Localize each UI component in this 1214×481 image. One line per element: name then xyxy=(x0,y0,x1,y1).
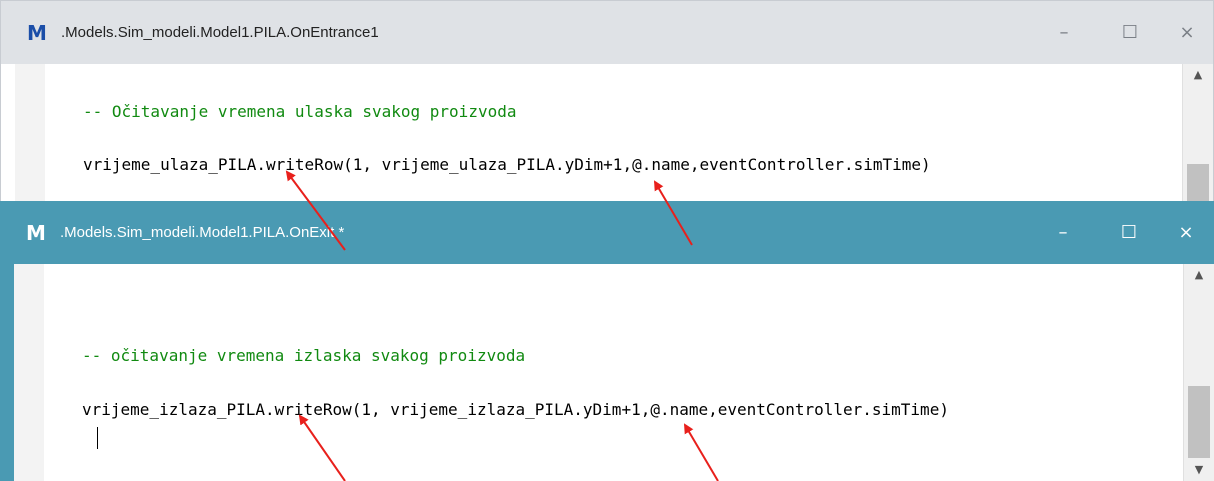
maximize-button[interactable]: ☐ xyxy=(1106,215,1152,251)
scroll-down-icon[interactable]: ▼ xyxy=(1184,459,1214,481)
minimize-button[interactable]: – xyxy=(1041,15,1087,51)
window-title: .Models.Sim_modeli.Model1.PILA.OnExit * xyxy=(60,224,345,241)
close-button[interactable]: × xyxy=(1164,15,1210,51)
maximize-button[interactable]: ☐ xyxy=(1107,15,1153,51)
editor-gutter xyxy=(14,264,44,481)
title-bar[interactable]: M .Models.Sim_modeli.Model1.PILA.OnEntra… xyxy=(1,1,1213,64)
minimize-button[interactable]: – xyxy=(1040,215,1086,251)
code-editor[interactable]: -- Očitavanje vremena ulaska svakog proi… xyxy=(15,64,1213,210)
code-statement-line[interactable]: vrijeme_izlaza_PILA.writeRow(1, vrijeme_… xyxy=(82,400,949,420)
title-bar[interactable]: M .Models.Sim_modeli.Model1.PILA.OnExit … xyxy=(0,201,1214,264)
close-button[interactable]: × xyxy=(1163,215,1209,251)
code-statement-line[interactable]: vrijeme_ulaza_PILA.writeRow(1, vrijeme_u… xyxy=(83,155,931,175)
app-logo-icon: M xyxy=(26,221,46,245)
code-editor[interactable]: -- očitavanje vremena izlaska svakog pro… xyxy=(14,264,1214,481)
vertical-scrollbar[interactable]: ▲ xyxy=(1182,64,1213,210)
scroll-up-icon[interactable]: ▲ xyxy=(1184,264,1214,286)
editor-window-on-entrance: M .Models.Sim_modeli.Model1.PILA.OnEntra… xyxy=(0,0,1214,210)
vertical-scrollbar[interactable]: ▲ ▼ xyxy=(1183,264,1214,481)
window-title: .Models.Sim_modeli.Model1.PILA.OnEntranc… xyxy=(61,24,379,41)
editor-gutter xyxy=(15,64,45,209)
code-comment-line[interactable]: -- Očitavanje vremena ulaska svakog proi… xyxy=(83,102,516,122)
scroll-thumb[interactable] xyxy=(1188,386,1210,458)
text-caret xyxy=(97,427,98,449)
code-comment-line[interactable]: -- očitavanje vremena izlaska svakog pro… xyxy=(82,346,525,366)
app-logo-icon: M xyxy=(27,21,47,45)
editor-window-on-exit: M .Models.Sim_modeli.Model1.PILA.OnExit … xyxy=(0,201,1214,481)
scroll-up-icon[interactable]: ▲ xyxy=(1183,64,1213,86)
